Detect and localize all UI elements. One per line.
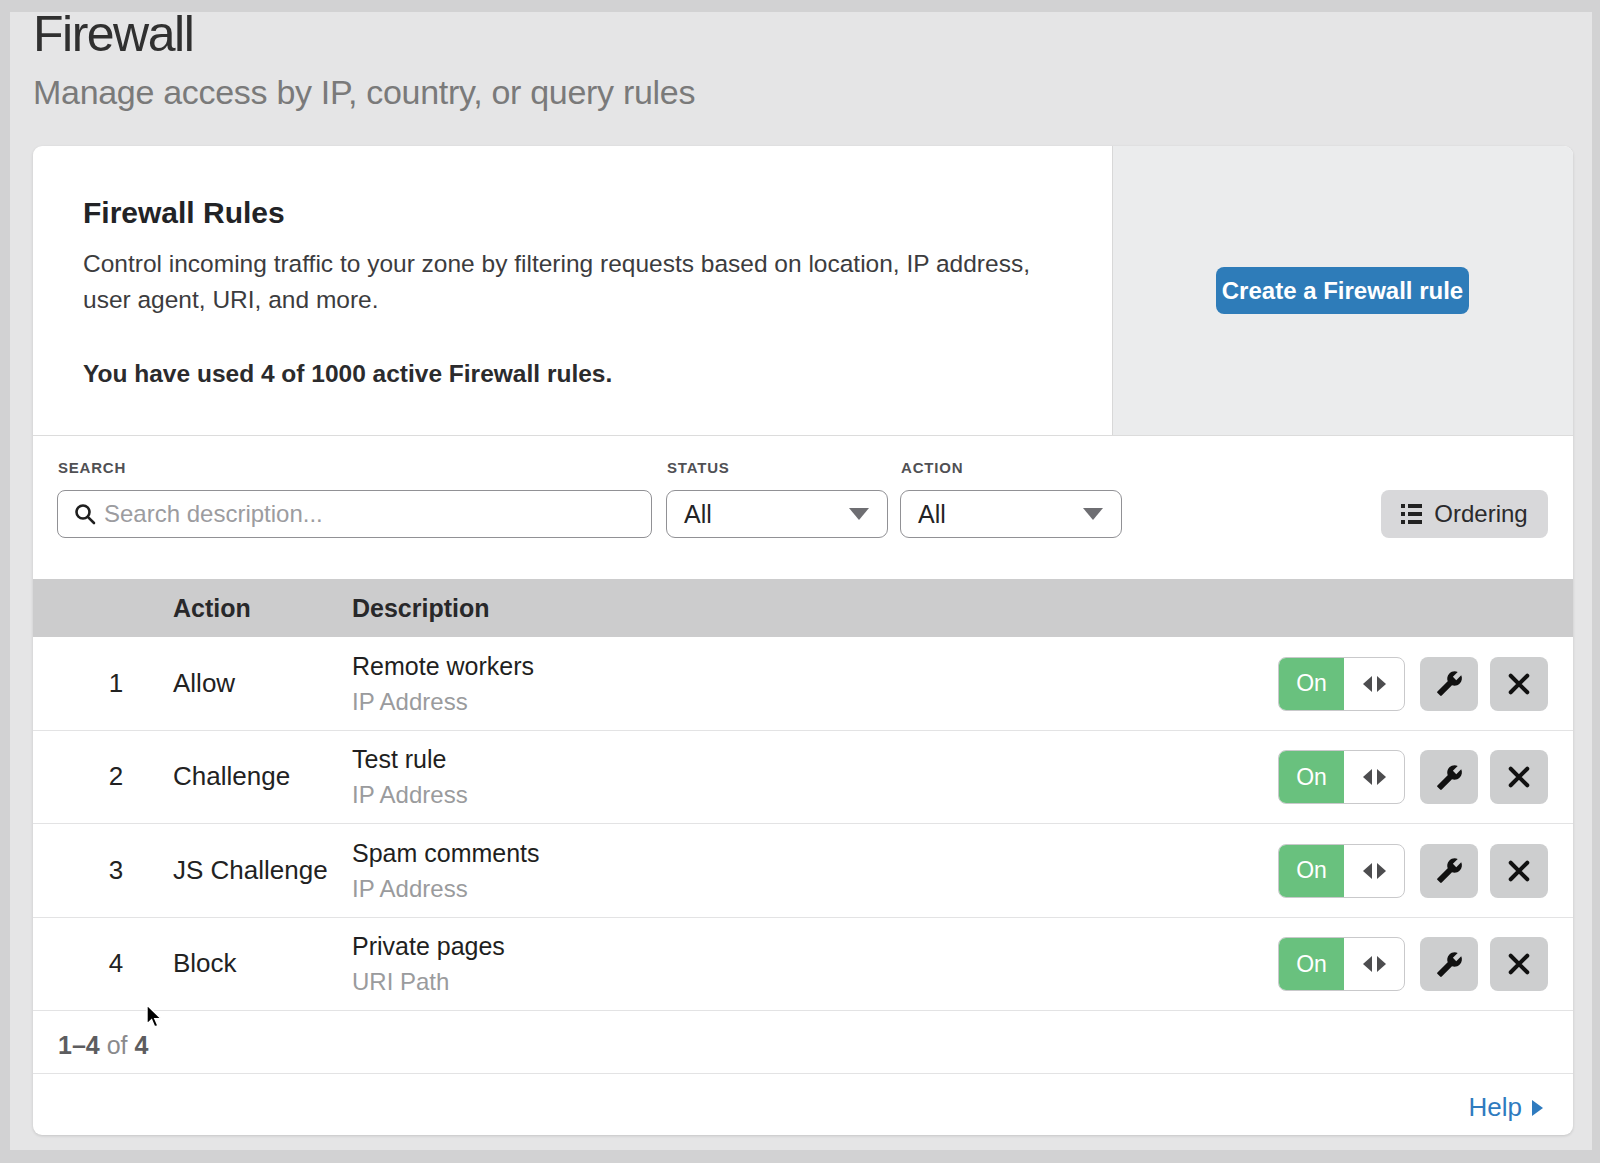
action-label: ACTION xyxy=(901,459,963,476)
card-heading: Firewall Rules xyxy=(83,196,285,230)
rule-action: JS Challenge xyxy=(173,824,328,917)
edit-rule-button[interactable] xyxy=(1420,657,1478,711)
pagination-range: 1–4 xyxy=(58,1031,100,1059)
card-description: Control incoming traffic to your zone by… xyxy=(83,246,1033,318)
rule-description: Test rule IP Address xyxy=(352,731,468,824)
edit-rule-button[interactable] xyxy=(1420,750,1478,804)
arrow-left-icon xyxy=(1363,956,1372,972)
column-header-description: Description xyxy=(352,579,490,637)
search-input[interactable]: Search description... xyxy=(57,490,652,538)
pagination-total: 4 xyxy=(134,1031,148,1059)
rule-field: IP Address xyxy=(352,779,468,810)
toggle-on-label: On xyxy=(1279,658,1344,710)
table-row: 4 Block Private pages URI Path On xyxy=(33,918,1573,1012)
ordering-button[interactable]: Ordering xyxy=(1381,490,1548,538)
rule-enabled-toggle[interactable]: On xyxy=(1278,844,1405,898)
action-select[interactable]: All xyxy=(900,490,1122,538)
arrow-left-icon xyxy=(1363,676,1372,692)
ordering-label: Ordering xyxy=(1434,500,1527,528)
rule-enabled-toggle[interactable]: On xyxy=(1278,937,1405,991)
rule-field: URI Path xyxy=(352,966,505,997)
search-icon xyxy=(74,503,96,525)
toggle-on-label: On xyxy=(1279,845,1344,897)
rule-priority: 1 xyxy=(101,637,131,730)
rule-description: Private pages URI Path xyxy=(352,918,505,1011)
wrench-icon xyxy=(1436,764,1463,791)
rule-priority: 2 xyxy=(101,731,131,824)
mouse-cursor xyxy=(146,1004,163,1029)
help-label: Help xyxy=(1469,1092,1522,1123)
rule-field: IP Address xyxy=(352,686,534,717)
usage-summary: You have used 4 of 1000 active Firewall … xyxy=(83,360,612,388)
delete-rule-button[interactable] xyxy=(1490,750,1548,804)
status-select[interactable]: All xyxy=(666,490,888,538)
rule-description: Spam comments IP Address xyxy=(352,824,540,917)
pagination: 1–4 of 4 xyxy=(58,1031,148,1060)
search-placeholder: Search description... xyxy=(104,500,323,528)
wrench-icon xyxy=(1436,857,1463,884)
arrow-right-icon xyxy=(1532,1100,1543,1116)
table-row: 2 Challenge Test rule IP Address On xyxy=(33,731,1573,825)
toggle-handle xyxy=(1344,658,1404,710)
rule-action: Challenge xyxy=(173,731,290,824)
table-header: Action Description xyxy=(33,579,1573,637)
column-header-action: Action xyxy=(173,579,251,637)
status-label: STATUS xyxy=(667,459,730,476)
close-icon xyxy=(1506,764,1532,790)
pagination-of: of xyxy=(107,1031,128,1059)
table-row: 1 Allow Remote workers IP Address On xyxy=(33,637,1573,731)
rule-description: Remote workers IP Address xyxy=(352,637,534,730)
arrow-right-icon xyxy=(1377,676,1386,692)
toggle-on-label: On xyxy=(1279,751,1344,803)
close-icon xyxy=(1506,671,1532,697)
create-firewall-rule-button[interactable]: Create a Firewall rule xyxy=(1216,267,1469,314)
close-icon xyxy=(1506,858,1532,884)
page-subtitle: Manage access by IP, country, or query r… xyxy=(33,73,695,112)
rule-enabled-toggle[interactable]: On xyxy=(1278,657,1405,711)
search-label: SEARCH xyxy=(58,459,126,476)
rule-description-title: Test rule xyxy=(352,743,468,776)
edit-rule-button[interactable] xyxy=(1420,844,1478,898)
delete-rule-button[interactable] xyxy=(1490,657,1548,711)
edit-rule-button[interactable] xyxy=(1420,937,1478,991)
arrow-right-icon xyxy=(1377,863,1386,879)
arrow-right-icon xyxy=(1377,769,1386,785)
rule-description-title: Spam comments xyxy=(352,837,540,870)
rule-enabled-toggle[interactable]: On xyxy=(1278,750,1405,804)
arrow-left-icon xyxy=(1363,863,1372,879)
help-link[interactable]: Help xyxy=(1469,1092,1543,1123)
arrow-right-icon xyxy=(1377,956,1386,972)
list-ordering-icon xyxy=(1401,504,1422,524)
toggle-handle xyxy=(1344,751,1404,803)
delete-rule-button[interactable] xyxy=(1490,844,1548,898)
footer-divider xyxy=(33,1073,1573,1074)
delete-rule-button[interactable] xyxy=(1490,937,1548,991)
toggle-handle xyxy=(1344,938,1404,990)
rule-priority: 4 xyxy=(101,918,131,1011)
toggle-handle xyxy=(1344,845,1404,897)
rule-description-title: Private pages xyxy=(352,930,505,963)
chevron-down-icon xyxy=(1083,508,1103,520)
close-icon xyxy=(1506,951,1532,977)
status-value: All xyxy=(684,500,849,529)
wrench-icon xyxy=(1436,670,1463,697)
page-title: Firewall xyxy=(33,5,193,63)
arrow-left-icon xyxy=(1363,769,1372,785)
rule-action: Block xyxy=(173,918,237,1011)
toggle-on-label: On xyxy=(1279,938,1344,990)
rule-action: Allow xyxy=(173,637,235,730)
chevron-down-icon xyxy=(849,508,869,520)
rule-priority: 3 xyxy=(101,824,131,917)
rule-field: IP Address xyxy=(352,873,540,904)
wrench-icon xyxy=(1436,951,1463,978)
table-row: 3 JS Challenge Spam comments IP Address … xyxy=(33,824,1573,918)
card-top-divider xyxy=(33,435,1573,436)
action-value: All xyxy=(918,500,1083,529)
rule-description-title: Remote workers xyxy=(352,650,534,683)
